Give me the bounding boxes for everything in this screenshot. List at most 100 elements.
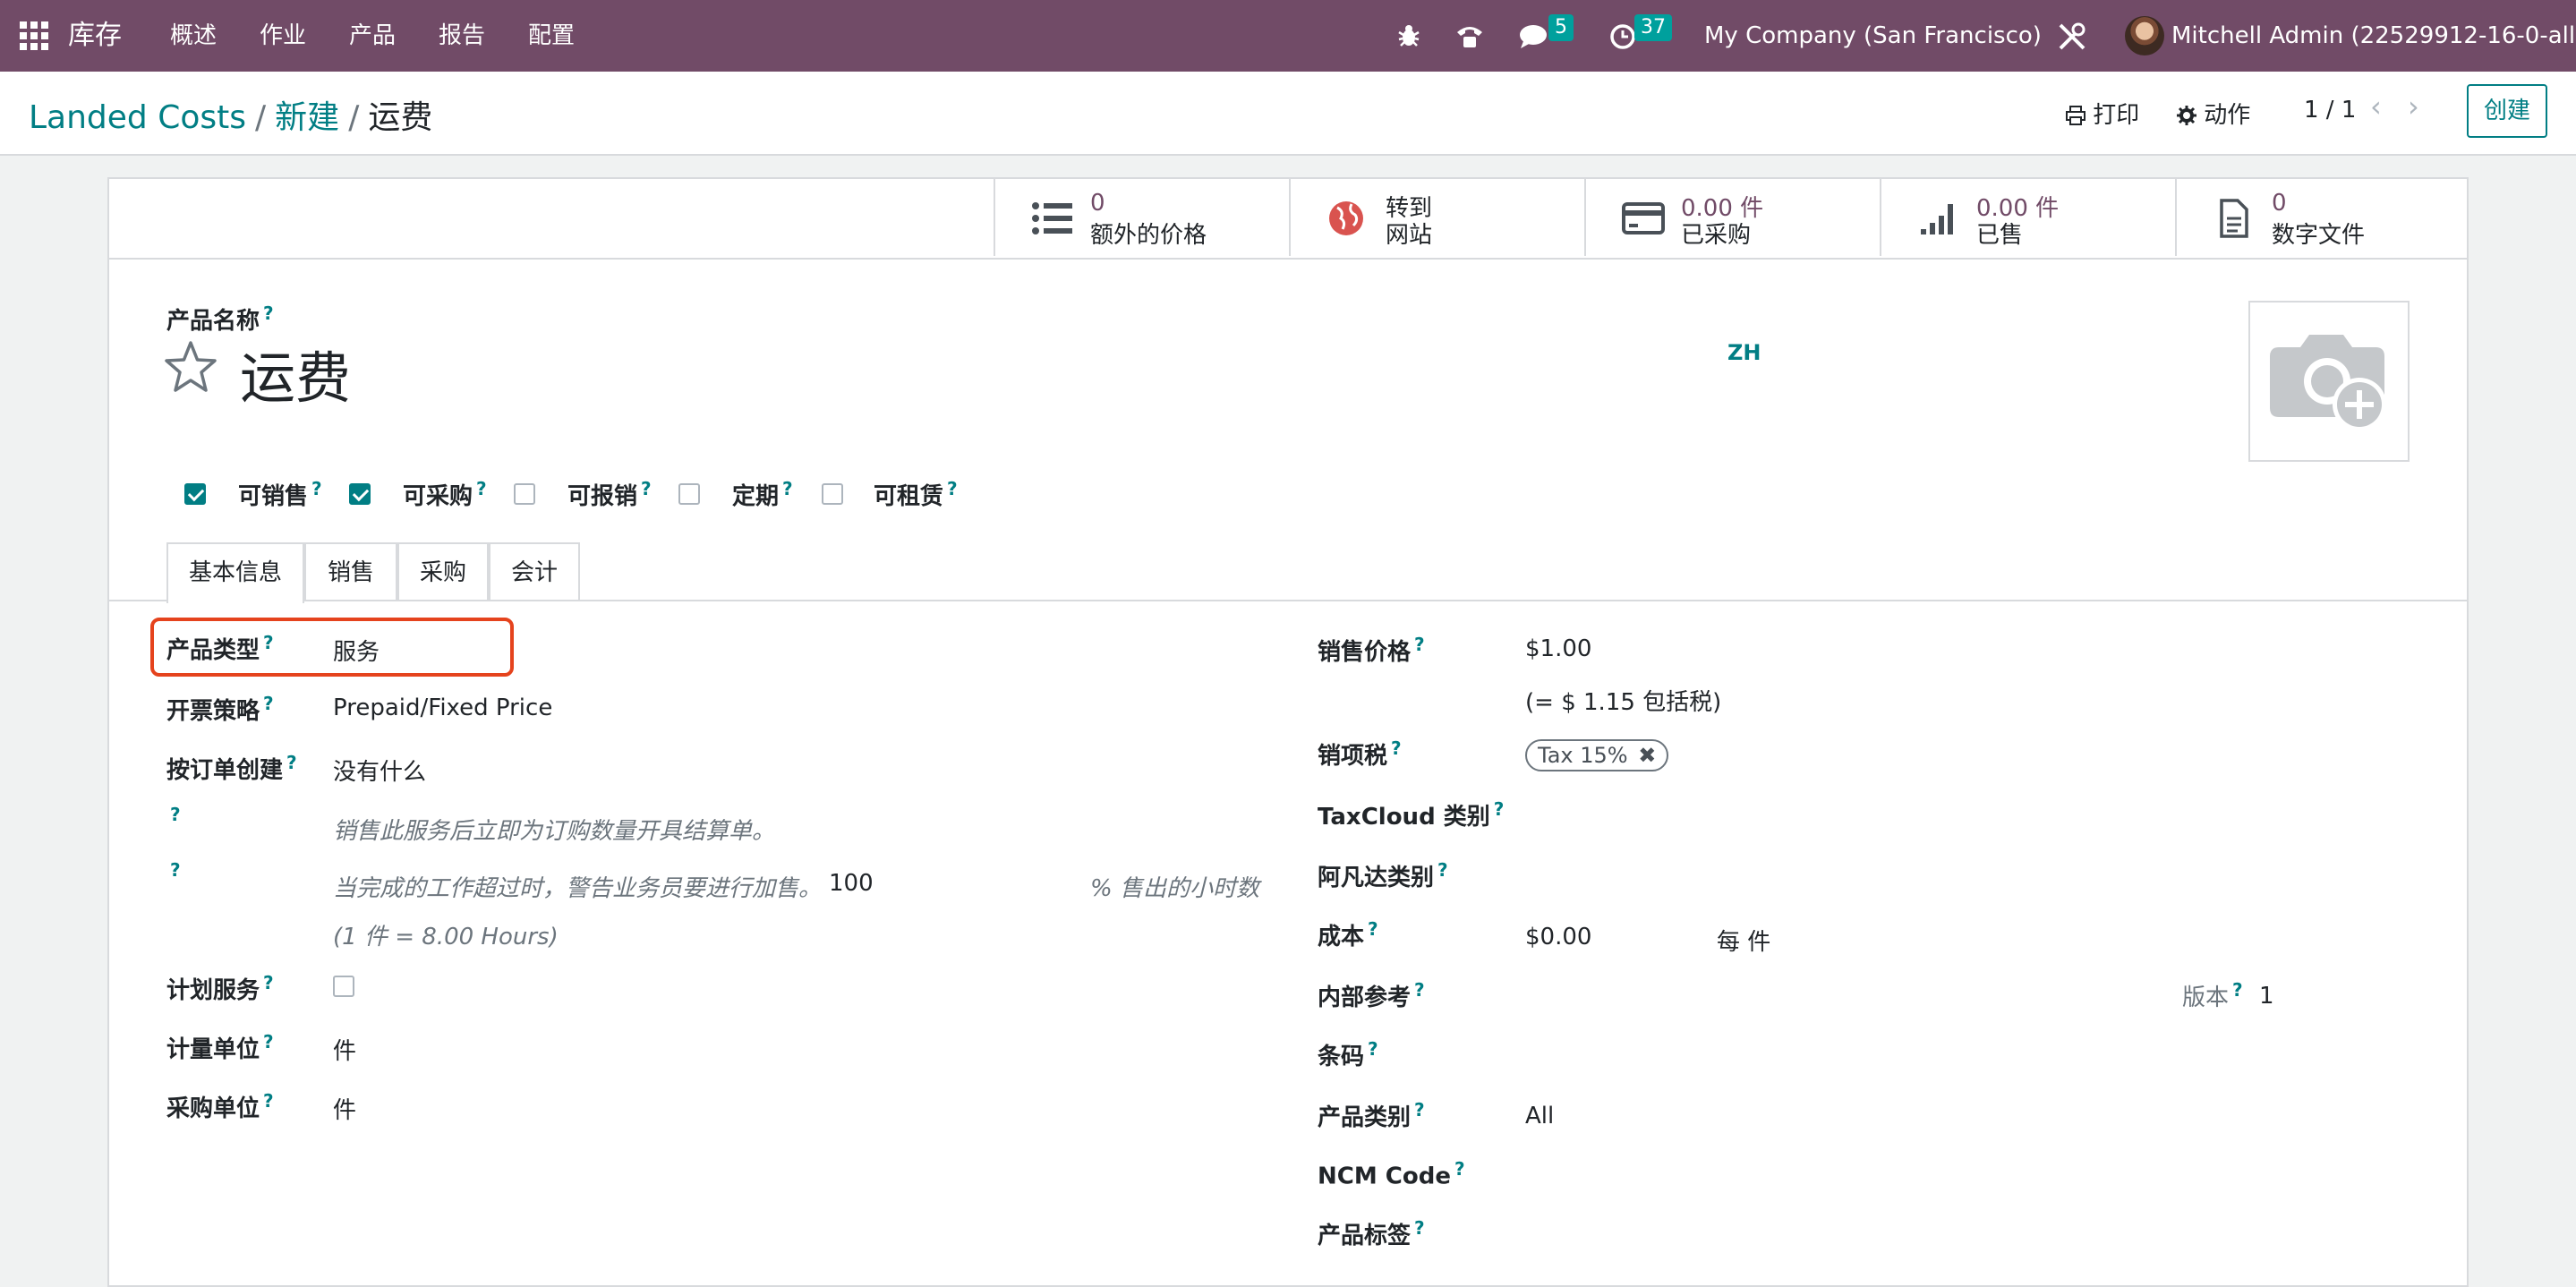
sales-price-incl-tax: (= $ 1.15 包括税) xyxy=(1525,689,1722,716)
sales-price-label: 销售价格? xyxy=(1318,634,1425,666)
help-tooltip[interactable]: ? xyxy=(263,303,274,324)
action-button[interactable]: 动作 xyxy=(2177,97,2250,130)
top-navbar: 库存 概述 作业 产品 报告 配置 5 37 My Company (San F… xyxy=(0,0,2576,72)
action-label: 动作 xyxy=(2204,102,2251,129)
product-category-label: 产品类别? xyxy=(1318,1099,1425,1131)
stat-value: 0 xyxy=(2272,190,2287,217)
phone-icon[interactable] xyxy=(1455,21,1484,50)
form-sheet xyxy=(107,177,2469,1287)
apps-menu-icon[interactable] xyxy=(20,21,48,50)
stat-label: 网站 xyxy=(1386,222,1433,249)
print-label: 打印 xyxy=(2093,102,2140,129)
tax-tag-label: Tax 15% xyxy=(1538,743,1628,768)
help-tooltip[interactable]: ? xyxy=(170,804,181,830)
create-button[interactable]: 创建 xyxy=(2467,84,2547,138)
cost-input[interactable]: $0.00 xyxy=(1525,924,1591,950)
menu-reporting[interactable]: 报告 xyxy=(439,0,485,72)
invoice-policy-label: 开票策略? xyxy=(166,693,274,725)
avalara-category-label: 阿凡达类别? xyxy=(1318,859,1448,891)
help-tooltip[interactable]: ? xyxy=(170,859,181,885)
favorite-star-icon[interactable] xyxy=(163,340,218,394)
menu-products[interactable]: 产品 xyxy=(349,0,396,72)
stat-label: 额外的价格 xyxy=(1090,222,1207,249)
camera-add-icon xyxy=(2270,335,2386,431)
breadcrumb-new[interactable]: 新建 xyxy=(275,99,339,136)
messages-badge: 5 xyxy=(1548,14,1574,41)
uom-select[interactable]: 件 xyxy=(333,1033,356,1066)
stat-button-go-to-website[interactable]: 转到 网站 xyxy=(1289,179,1584,256)
uom-conversion-hint: (1 件 = 8.00 Hours) xyxy=(333,924,559,950)
sale-ok-label: 可销售? xyxy=(238,478,322,510)
pager-previous-icon[interactable]: ‹ xyxy=(2370,89,2382,124)
tab-purchase[interactable]: 采购 xyxy=(397,542,489,600)
company-switcher[interactable]: My Company (San Francisco) xyxy=(1704,0,2042,72)
taxcloud-category-label: TaxCloud 类别? xyxy=(1318,798,1505,831)
pager-value[interactable]: 1 / 1 xyxy=(2304,97,2356,124)
version-label: 版本? xyxy=(2182,979,2243,1011)
invoice-policy-select[interactable]: Prepaid/Fixed Price xyxy=(333,695,552,721)
stat-value: 0 xyxy=(1090,190,1105,217)
product-image-placeholder[interactable] xyxy=(2248,301,2410,462)
user-menu[interactable]: Mitchell Admin (22529912-16-0-all) xyxy=(2171,0,2576,72)
create-on-order-label: 按订单创建? xyxy=(166,752,297,784)
internal-reference-label: 内部参考? xyxy=(1318,979,1425,1011)
version-value: 1 xyxy=(2259,983,2274,1010)
tab-accounting[interactable]: 会计 xyxy=(489,542,580,600)
print-button[interactable]: 打印 xyxy=(2066,97,2139,130)
can-be-expensed-checkbox[interactable] xyxy=(514,483,535,505)
product-category-select[interactable]: All xyxy=(1525,1103,1554,1129)
debug-bug-icon[interactable] xyxy=(1396,23,1421,48)
create-on-order-select[interactable]: 没有什么 xyxy=(333,754,426,787)
recurring-checkbox[interactable] xyxy=(678,483,700,505)
menu-operations[interactable]: 作业 xyxy=(260,0,306,72)
uom-label: 计量单位? xyxy=(166,1031,274,1063)
tax-tag-remove-icon[interactable]: ✖ xyxy=(1638,743,1656,768)
breadcrumb: Landed Costs / 新建 / 运费 xyxy=(29,91,432,138)
tab-sales[interactable]: 销售 xyxy=(304,542,397,600)
product-type-select[interactable]: 服务 xyxy=(333,634,380,667)
list-icon xyxy=(1032,202,1072,234)
stat-button-purchased[interactable]: 0.00 件 已采购 xyxy=(1584,179,1880,256)
activities-clock-icon[interactable] xyxy=(1609,23,1636,50)
planning-service-checkbox[interactable] xyxy=(333,976,354,997)
ncm-code-label: NCM Code? xyxy=(1318,1158,1465,1190)
menu-configuration[interactable]: 配置 xyxy=(528,0,575,72)
file-icon xyxy=(2220,199,2248,238)
upsell-threshold-unit: % 售出的小时数 xyxy=(1090,875,1259,902)
product-type-label: 产品类型? xyxy=(166,632,274,664)
stat-button-extra-prices[interactable]: 0 额外的价格 xyxy=(994,179,1289,256)
tax-tag[interactable]: Tax 15% ✖ xyxy=(1525,739,1669,771)
rent-ok-label: 可租赁? xyxy=(874,478,958,510)
tools-icon[interactable] xyxy=(2057,21,2087,52)
purchase-uom-select[interactable]: 件 xyxy=(333,1092,356,1125)
upsell-threshold-input[interactable]: 100 xyxy=(829,870,874,897)
tab-general-information[interactable]: 基本信息 xyxy=(166,542,304,603)
print-icon xyxy=(2066,106,2086,125)
messages-icon[interactable] xyxy=(1518,23,1548,50)
app-name[interactable]: 库存 xyxy=(68,0,122,72)
user-avatar[interactable] xyxy=(2125,16,2164,55)
pager-next-icon[interactable]: › xyxy=(2408,89,2419,124)
sales-price-input[interactable]: $1.00 xyxy=(1525,635,1591,662)
purchase-uom-label: 采购单位? xyxy=(166,1090,274,1122)
purchase-ok-checkbox[interactable] xyxy=(349,483,371,505)
stat-label: 已售 xyxy=(1976,222,2024,249)
stat-button-digital-files[interactable]: 0 数字文件 xyxy=(2175,179,2467,256)
product-name[interactable]: 运费 xyxy=(240,333,351,413)
cost-per-unit: 每 件 xyxy=(1717,929,1771,956)
gear-icon xyxy=(2177,106,2196,125)
stat-label: 数字文件 xyxy=(2272,222,2366,249)
breadcrumb-separator: / xyxy=(255,99,267,136)
language-button[interactable]: ZH xyxy=(1727,340,1761,365)
sale-ok-checkbox[interactable] xyxy=(184,483,206,505)
planning-service-label: 计划服务? xyxy=(166,972,274,1004)
product-name-label: 产品名称? xyxy=(166,303,274,335)
breadcrumb-landed-costs[interactable]: Landed Costs xyxy=(29,99,246,136)
rent-ok-checkbox[interactable] xyxy=(822,483,843,505)
barcode-label: 条码? xyxy=(1318,1038,1378,1070)
invoice-policy-hint: 销售此服务后立即为订购数量开具结算单。 xyxy=(333,818,776,845)
menu-overview[interactable]: 概述 xyxy=(170,0,217,72)
recurring-label: 定期? xyxy=(732,478,793,510)
credit-card-icon xyxy=(1622,202,1665,234)
stat-button-sold[interactable]: 0.00 件 已售 xyxy=(1880,179,2175,256)
